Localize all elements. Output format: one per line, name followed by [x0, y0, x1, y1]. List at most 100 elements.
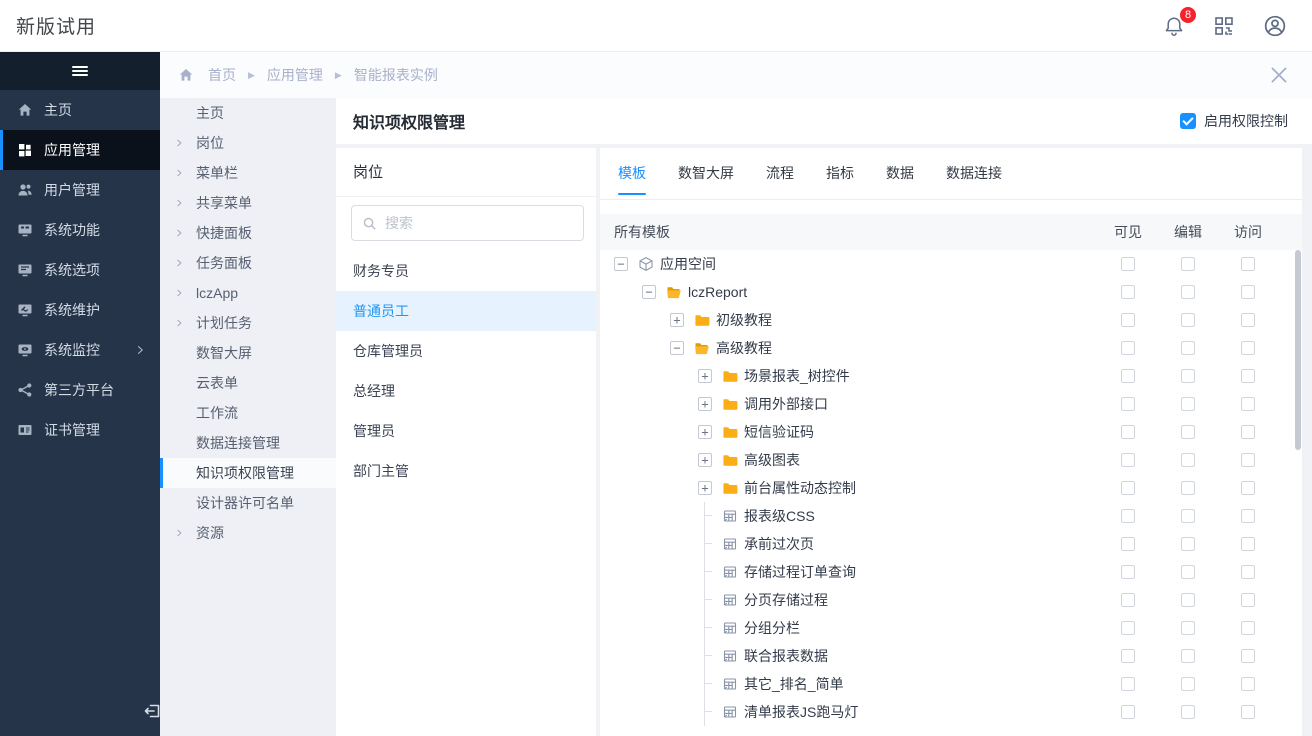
breadcrumb-item-3[interactable]: 智能报表实例 [354, 65, 438, 85]
checkbox-visible[interactable] [1121, 649, 1135, 663]
expand-node-button[interactable]: + [698, 369, 712, 383]
submenu-item-15[interactable]: 资源 [160, 518, 336, 548]
checkbox-access[interactable] [1241, 453, 1255, 467]
submenu-item-6[interactable]: 任务面板 [160, 248, 336, 278]
checkbox-access[interactable] [1241, 257, 1255, 271]
checkbox-edit[interactable] [1181, 397, 1195, 411]
checkbox-access[interactable] [1241, 341, 1255, 355]
enable-permission-toggle[interactable]: 启用权限控制 [1180, 111, 1288, 131]
checkbox-access[interactable] [1241, 649, 1255, 663]
checkbox-edit[interactable] [1181, 621, 1195, 635]
checked-checkbox-icon[interactable] [1180, 113, 1196, 129]
checkbox-access[interactable] [1241, 537, 1255, 551]
expand-node-button[interactable]: + [670, 313, 684, 327]
checkbox-access[interactable] [1241, 313, 1255, 327]
sidebar-item-4[interactable]: 系统功能 [0, 210, 160, 250]
exit-button[interactable] [142, 700, 162, 722]
submenu-item-14[interactable]: 设计器许可名单 [160, 488, 336, 518]
checkbox-visible[interactable] [1121, 453, 1135, 467]
submenu-item-9[interactable]: 数智大屏 [160, 338, 336, 368]
checkbox-edit[interactable] [1181, 425, 1195, 439]
checkbox-edit[interactable] [1181, 677, 1195, 691]
checkbox-visible[interactable] [1121, 397, 1135, 411]
checkbox-access[interactable] [1241, 593, 1255, 607]
checkbox-edit[interactable] [1181, 509, 1195, 523]
checkbox-edit[interactable] [1181, 593, 1195, 607]
submenu-item-11[interactable]: 工作流 [160, 398, 336, 428]
checkbox-edit[interactable] [1181, 257, 1195, 271]
submenu-item-2[interactable]: 岗位 [160, 128, 336, 158]
checkbox-edit[interactable] [1181, 453, 1195, 467]
sidebar-item-3[interactable]: 用户管理 [0, 170, 160, 210]
profile-button[interactable] [1262, 13, 1288, 39]
tab-2[interactable]: 数智大屏 [678, 148, 734, 200]
role-item-4[interactable]: 总经理 [336, 371, 596, 411]
role-search-input[interactable] [385, 215, 573, 231]
checkbox-visible[interactable] [1121, 285, 1135, 299]
breadcrumb-item-1[interactable]: 首页 [208, 65, 236, 85]
role-item-1[interactable]: 财务专员 [336, 251, 596, 291]
checkbox-visible[interactable] [1121, 593, 1135, 607]
collapse-node-button[interactable]: − [670, 341, 684, 355]
expand-node-button[interactable]: + [698, 397, 712, 411]
expand-node-button[interactable]: + [698, 481, 712, 495]
checkbox-edit[interactable] [1181, 481, 1195, 495]
role-item-2[interactable]: 普通员工 [336, 291, 596, 331]
submenu-item-13[interactable]: 知识项权限管理 [160, 458, 336, 488]
vertical-scrollbar[interactable] [1295, 250, 1301, 450]
tab-1[interactable]: 模板 [618, 148, 646, 200]
checkbox-edit[interactable] [1181, 649, 1195, 663]
tab-5[interactable]: 数据 [886, 148, 914, 200]
checkbox-visible[interactable] [1121, 257, 1135, 271]
tab-4[interactable]: 指标 [826, 148, 854, 200]
checkbox-access[interactable] [1241, 677, 1255, 691]
checkbox-access[interactable] [1241, 285, 1255, 299]
checkbox-visible[interactable] [1121, 537, 1135, 551]
qr-code-button[interactable] [1212, 14, 1236, 38]
checkbox-visible[interactable] [1121, 705, 1135, 719]
tab-6[interactable]: 数据连接 [946, 148, 1002, 200]
sidebar-item-1[interactable]: 主页 [0, 90, 160, 130]
role-item-3[interactable]: 仓库管理员 [336, 331, 596, 371]
checkbox-edit[interactable] [1181, 313, 1195, 327]
checkbox-access[interactable] [1241, 565, 1255, 579]
checkbox-access[interactable] [1241, 509, 1255, 523]
collapse-node-button[interactable]: − [642, 285, 656, 299]
sidebar-item-7[interactable]: 系统监控 [0, 330, 160, 370]
checkbox-visible[interactable] [1121, 509, 1135, 523]
checkbox-access[interactable] [1241, 369, 1255, 383]
checkbox-access[interactable] [1241, 705, 1255, 719]
checkbox-visible[interactable] [1121, 313, 1135, 327]
checkbox-visible[interactable] [1121, 425, 1135, 439]
checkbox-edit[interactable] [1181, 565, 1195, 579]
checkbox-access[interactable] [1241, 481, 1255, 495]
sidebar-item-5[interactable]: 系统选项 [0, 250, 160, 290]
expand-node-button[interactable]: + [698, 453, 712, 467]
submenu-item-10[interactable]: 云表单 [160, 368, 336, 398]
breadcrumb-item-2[interactable]: 应用管理 [267, 65, 323, 85]
submenu-item-8[interactable]: 计划任务 [160, 308, 336, 338]
submenu-item-3[interactable]: 菜单栏 [160, 158, 336, 188]
sidebar-item-6[interactable]: 系统维护 [0, 290, 160, 330]
checkbox-edit[interactable] [1181, 285, 1195, 299]
submenu-item-12[interactable]: 数据连接管理 [160, 428, 336, 458]
checkbox-visible[interactable] [1121, 369, 1135, 383]
checkbox-visible[interactable] [1121, 565, 1135, 579]
checkbox-access[interactable] [1241, 621, 1255, 635]
collapse-node-button[interactable]: − [614, 257, 628, 271]
submenu-item-7[interactable]: lczApp [160, 278, 336, 308]
checkbox-visible[interactable] [1121, 621, 1135, 635]
role-item-6[interactable]: 部门主管 [336, 451, 596, 491]
close-button[interactable] [1268, 64, 1290, 86]
checkbox-visible[interactable] [1121, 341, 1135, 355]
expand-node-button[interactable]: + [698, 425, 712, 439]
submenu-item-4[interactable]: 共享菜单 [160, 188, 336, 218]
submenu-item-1[interactable]: 主页 [160, 98, 336, 128]
checkbox-visible[interactable] [1121, 677, 1135, 691]
notifications-button[interactable]: 8 [1162, 14, 1186, 38]
checkbox-access[interactable] [1241, 425, 1255, 439]
sidebar-collapse-button[interactable] [0, 52, 160, 90]
checkbox-edit[interactable] [1181, 537, 1195, 551]
sidebar-item-8[interactable]: 第三方平台 [0, 370, 160, 410]
checkbox-edit[interactable] [1181, 341, 1195, 355]
